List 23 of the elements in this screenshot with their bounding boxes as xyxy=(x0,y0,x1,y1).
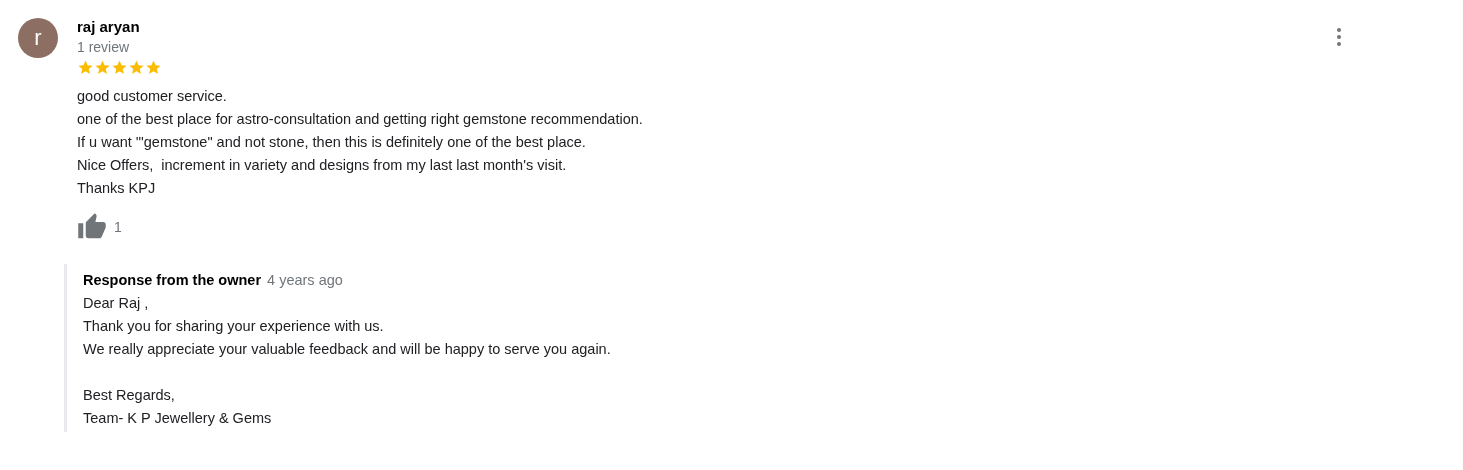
response-text: Best Regards, xyxy=(83,386,175,405)
review-text: If u want '"gemstone" and not stone, then this is definitely one of the best place. xyxy=(77,133,586,152)
review-text: good customer service. xyxy=(77,87,227,106)
star-icon xyxy=(77,59,94,76)
avatar[interactable]: r xyxy=(18,18,58,58)
review-text: one of the best place for astro-consultation and getting right gemstone recommendation. xyxy=(77,110,643,129)
star-icon xyxy=(145,59,162,76)
review-text: Thanks KPJ xyxy=(77,179,156,198)
like-count: 1 xyxy=(114,219,122,235)
more-options-button[interactable] xyxy=(1337,28,1341,46)
more-vertical-icon xyxy=(1337,28,1341,46)
star-icon xyxy=(94,59,111,76)
response-text: We really appreciate your valuable feedback and will be happy to serve you again. xyxy=(83,340,611,359)
star-icon xyxy=(111,59,128,76)
response-text: Team- K P Jewellery & Gems xyxy=(83,409,272,428)
review-count[interactable]: 1 review xyxy=(77,36,130,58)
review-text: Nice Offers, increment in variety and designs from my last last month's visit. xyxy=(77,156,567,175)
response-text: Thank you for sharing your experience with us. xyxy=(83,317,384,336)
response-time: 4 years ago xyxy=(267,271,343,290)
response-text: Dear Raj , xyxy=(83,294,149,313)
star-icon xyxy=(128,59,145,76)
reviewer-name[interactable]: raj aryan xyxy=(77,18,140,36)
owner-response-title: Response from the owner xyxy=(83,271,262,290)
